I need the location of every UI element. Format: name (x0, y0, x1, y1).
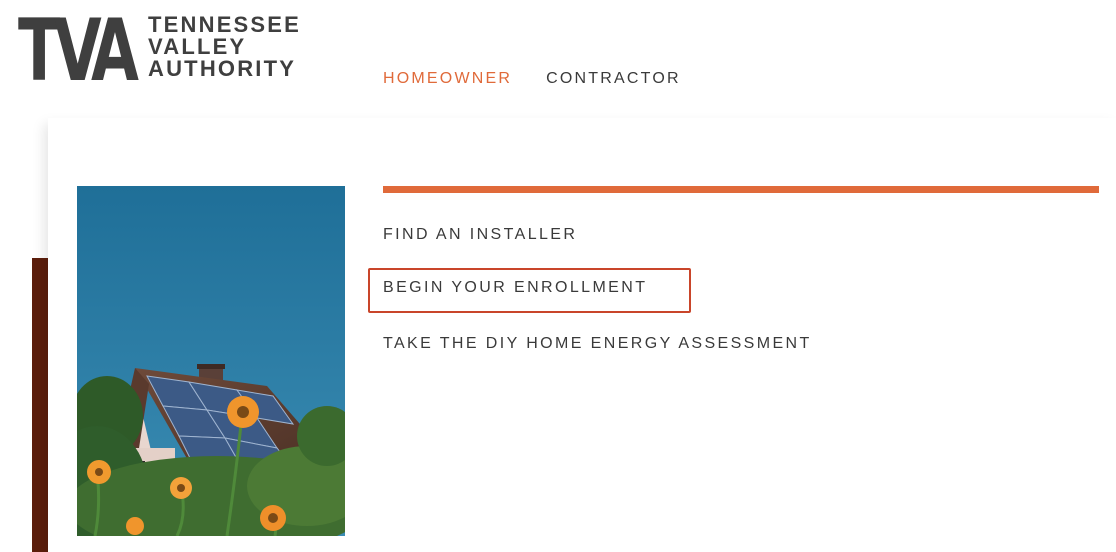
page: TVA TENNESSEE VALLEY AUTHORITY HOMEOWNER… (0, 0, 1116, 552)
accent-bar (383, 186, 1099, 193)
menu-begin-enrollment[interactable]: BEGIN YOUR ENROLLMENT (383, 279, 647, 297)
logo-wordmark: TENNESSEE VALLEY AUTHORITY (148, 14, 301, 80)
logo-line-1: TENNESSEE (148, 12, 302, 37)
logo-line-2: VALLEY (148, 34, 247, 59)
menu-find-installer[interactable]: FIND AN INSTALLER (383, 226, 577, 244)
tva-logo[interactable]: TVA TENNESSEE VALLEY AUTHORITY (18, 1, 299, 101)
top-nav: HOMEOWNER CONTRACTOR (383, 70, 681, 88)
nav-contractor[interactable]: CONTRACTOR (546, 70, 681, 88)
logo-line-3: AUTHORITY (148, 56, 297, 81)
menu-diy-energy-assessment[interactable]: TAKE THE DIY HOME ENERGY ASSESSMENT (383, 335, 812, 353)
nav-homeowner[interactable]: HOMEOWNER (383, 70, 512, 88)
solar-house-photo (77, 186, 345, 536)
logo-mark: TVA (18, 1, 139, 101)
